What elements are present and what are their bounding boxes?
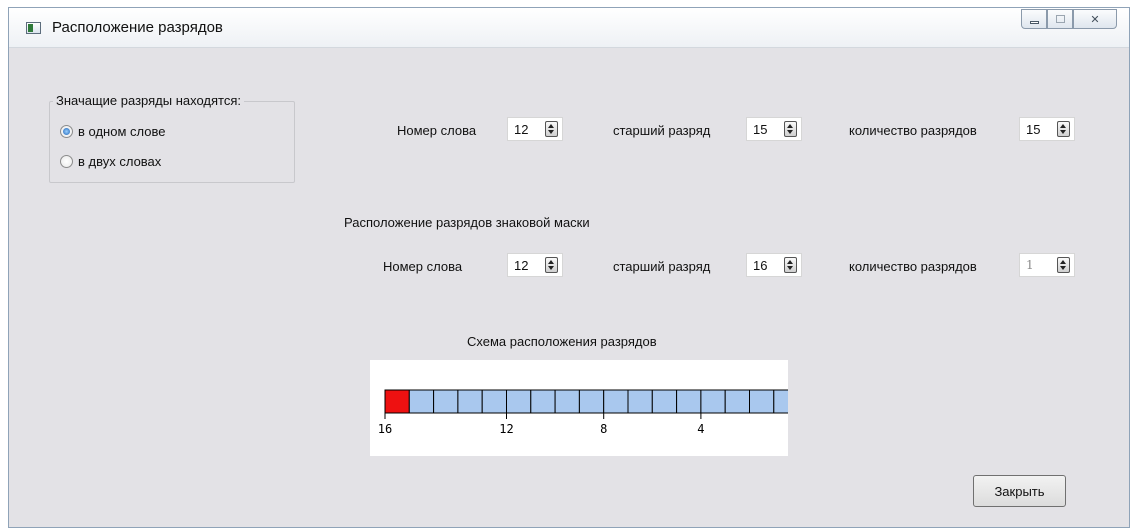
tick-label: 12 — [499, 422, 513, 436]
close-icon: ✕ — [1090, 13, 1100, 26]
sign-mask-title: Расположение разрядов знаковой маски — [344, 215, 590, 230]
data-bit-cell — [749, 389, 775, 414]
tick-label: 16 — [378, 422, 392, 436]
sign-bit-cell — [384, 389, 410, 414]
sign-word-number-label: Номер слова — [383, 259, 463, 274]
spinbox-value[interactable]: 12 — [514, 122, 528, 137]
bit-layout-svg: 1612840 — [378, 389, 788, 436]
sign-high-bit-spinbox[interactable]: 16 — [746, 253, 802, 277]
window-controls: ✕ — [1021, 9, 1117, 39]
maximize-icon — [1055, 15, 1065, 23]
app-icon — [26, 22, 41, 34]
minimize-button[interactable] — [1021, 9, 1047, 29]
data-bit-cell — [773, 389, 788, 414]
radio-one-word[interactable]: в одном слове — [60, 124, 165, 139]
group-title: Значащие разряды находятся: — [53, 93, 245, 108]
sign-bit-count-spinbox[interactable]: 1 — [1019, 253, 1075, 277]
close-window-button[interactable]: ✕ — [1073, 9, 1117, 29]
spinbox-value[interactable]: 12 — [514, 258, 528, 273]
data-bit-cell — [481, 389, 507, 414]
data-bit-cell — [408, 389, 435, 414]
data-bit-cell — [578, 389, 605, 414]
bit-layout-diagram: 1612840 — [370, 360, 788, 456]
title-bar: Расположение разрядов ✕ — [9, 8, 1129, 48]
data-bit-cell — [457, 389, 483, 414]
data-bit-cell — [676, 389, 702, 414]
radio-button-checked[interactable] — [60, 125, 73, 138]
data-bit-cell — [651, 389, 678, 414]
radio-two-words[interactable]: в двух словах — [60, 154, 161, 169]
radio-button-unchecked[interactable] — [60, 155, 73, 168]
tick-label: 4 — [697, 422, 704, 436]
spin-arrows-icon[interactable] — [784, 257, 797, 273]
spin-arrows-icon[interactable] — [545, 121, 558, 137]
data-bit-cell — [700, 389, 726, 414]
spin-arrows-icon[interactable] — [1057, 121, 1070, 137]
window-title: Расположение разрядов — [52, 19, 223, 36]
high-bit-spinbox[interactable]: 15 — [746, 117, 802, 141]
tick-label: 8 — [600, 422, 607, 436]
data-bit-cell — [603, 389, 629, 414]
word-number-label: Номер слова — [397, 123, 477, 138]
high-bit-label: старший разряд — [613, 123, 711, 138]
spinbox-value[interactable]: 15 — [1026, 122, 1040, 137]
radio-label-one-word: в одном слове — [78, 124, 166, 139]
data-bit-cell — [724, 389, 751, 414]
maximize-button[interactable] — [1047, 9, 1073, 29]
bit-count-label: количество разрядов — [849, 123, 977, 138]
spinbox-value[interactable]: 16 — [753, 258, 767, 273]
radio-label-two-words: в двух словах — [78, 154, 162, 169]
spinbox-value[interactable]: 15 — [753, 122, 767, 137]
close-button[interactable]: Закрыть — [973, 475, 1066, 507]
data-bit-cell — [554, 389, 580, 414]
sign-high-bit-label: старший разряд — [613, 259, 711, 274]
minimize-icon — [1029, 20, 1039, 24]
sign-word-number-spinbox[interactable]: 12 — [507, 253, 563, 277]
spin-arrows-icon[interactable] — [545, 257, 558, 273]
bit-count-spinbox[interactable]: 15 — [1019, 117, 1075, 141]
data-bit-cell — [433, 389, 459, 414]
data-bit-cell — [530, 389, 556, 414]
spinbox-value: 1 — [1026, 258, 1034, 272]
significant-bits-group: Значащие разряды находятся: в одном слов… — [49, 93, 295, 183]
spin-arrows-icon[interactable] — [1057, 257, 1070, 273]
scheme-title: Схема расположения разрядов — [467, 334, 657, 349]
word-number-spinbox[interactable]: 12 — [507, 117, 563, 141]
data-bit-cell — [506, 389, 532, 414]
spin-arrows-icon[interactable] — [784, 121, 797, 137]
data-bit-cell — [627, 389, 653, 414]
sign-bit-count-label: количество разрядов — [849, 259, 977, 274]
